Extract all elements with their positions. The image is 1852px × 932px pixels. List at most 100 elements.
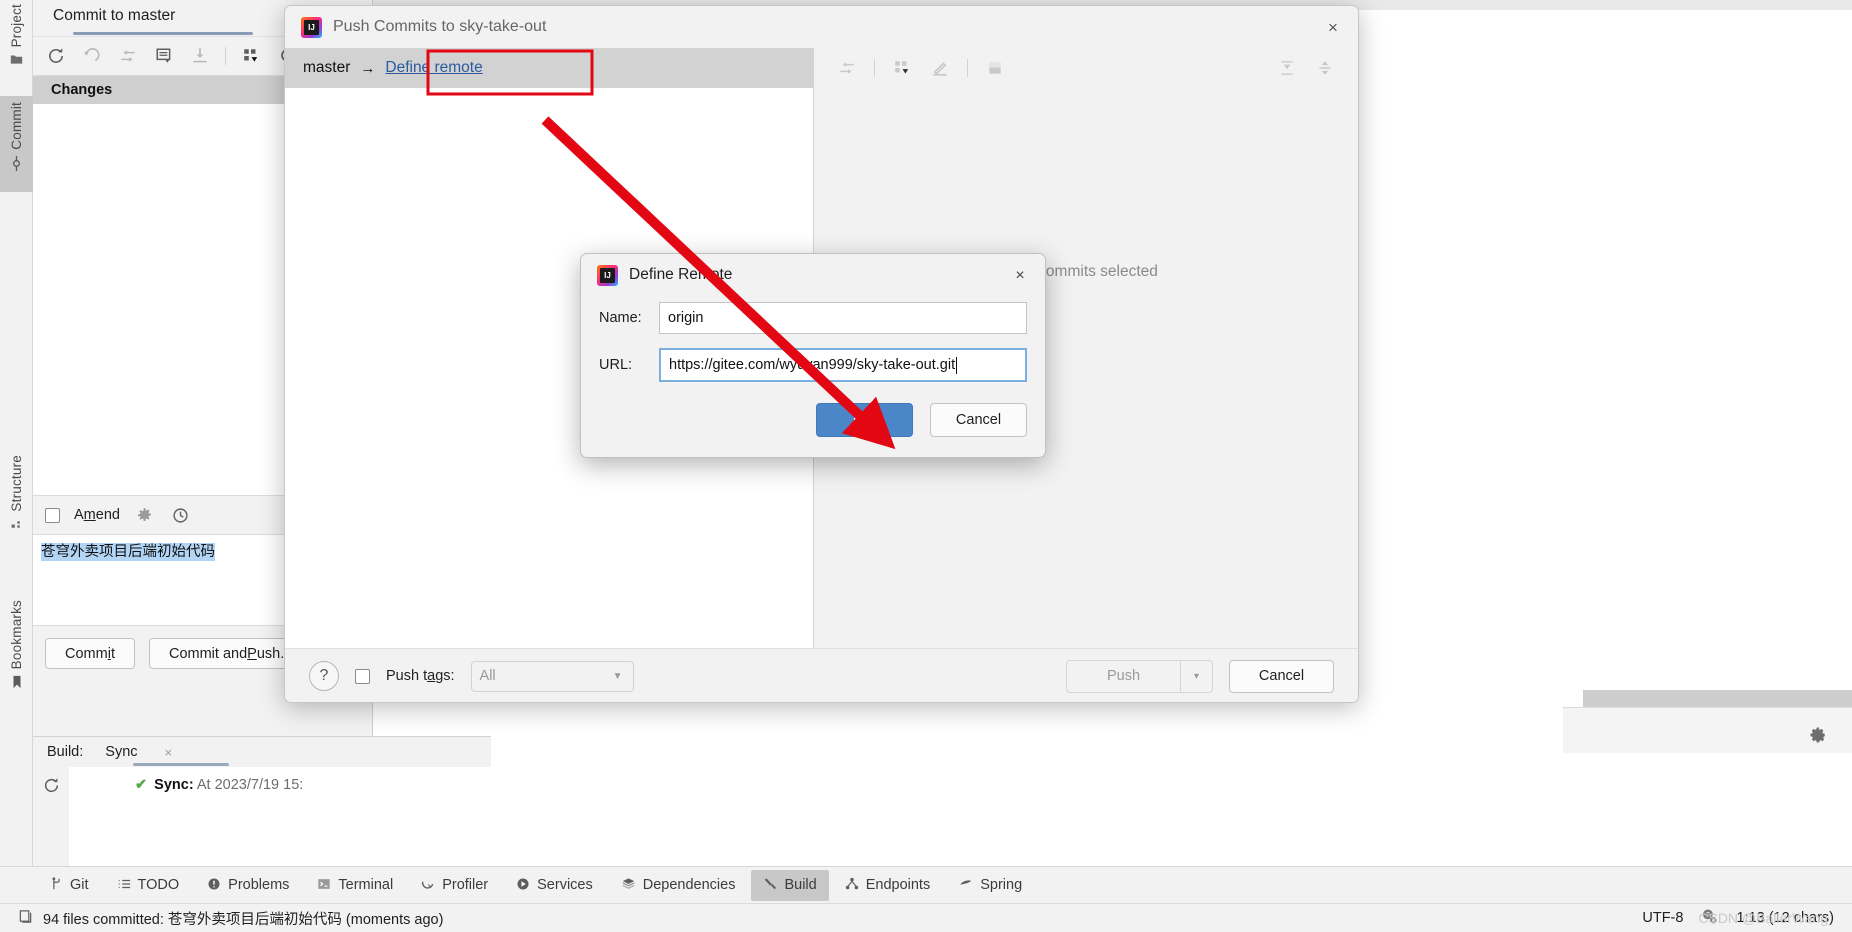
commit-icon (10, 155, 23, 173)
active-tab-underline (133, 763, 229, 766)
bottom-tab-label: Build (784, 877, 817, 893)
bottom-tab-problems[interactable]: Problems (195, 870, 301, 901)
editor-grey-band (1583, 690, 1852, 707)
git-branch-icon (50, 876, 63, 894)
bottom-tab-label: Git (70, 877, 89, 893)
bottom-tab-profiler[interactable]: Profiler (409, 870, 500, 901)
tab-sync[interactable]: Sync (105, 744, 137, 760)
define-remote-dialog: Define Remote × Name: origin URL: https:… (580, 253, 1046, 458)
profiler-icon (421, 877, 435, 894)
editor-preview-icon[interactable] (984, 57, 1006, 79)
push-dialog-titlebar: Push Commits to sky-take-out × (285, 6, 1358, 48)
define-remote-buttons: OK Cancel (581, 403, 1045, 437)
close-icon[interactable]: × (1322, 17, 1344, 39)
bottom-tab-label: Endpoints (865, 877, 931, 893)
group-by-icon[interactable] (240, 45, 262, 67)
close-icon[interactable]: × (165, 745, 173, 760)
group-by-icon[interactable] (891, 57, 913, 79)
rollback-icon (81, 45, 103, 67)
remote-name-row: Name: origin (581, 302, 1045, 334)
push-cancel-button[interactable]: Cancel (1229, 659, 1334, 693)
push-tags-value: All (479, 668, 496, 684)
sidebar-item-commit[interactable]: Commit (0, 96, 33, 192)
remote-url-row: URL: https://gitee.com/wyuyan999/sky-tak… (581, 348, 1045, 382)
remote-name-input[interactable]: origin (659, 302, 1027, 334)
sync-timestamp: At 2023/7/19 15: (196, 777, 304, 793)
build-label: Build: (47, 744, 84, 760)
collapse-all-icon[interactable] (1314, 57, 1336, 79)
gear-icon[interactable] (134, 504, 156, 526)
branch-row: master → Define remote (285, 48, 813, 88)
bottom-tab-todo[interactable]: TODO (105, 870, 192, 901)
active-tab-underline (73, 32, 253, 35)
editor-settings-strip (1563, 707, 1852, 753)
toolbar-separator (967, 59, 968, 77)
close-icon[interactable]: × (1009, 265, 1031, 287)
bottom-tool-tabs: Git TODO Problems Terminal Profiler Serv… (0, 866, 1852, 903)
services-icon (516, 877, 530, 894)
structure-icon (10, 518, 23, 533)
dependencies-icon (621, 877, 636, 894)
bookmark-icon (11, 675, 23, 691)
define-remote-titlebar: Define Remote × (581, 254, 1045, 296)
remote-url-value: https://gitee.com/wyuyan999/sky-take-out… (669, 357, 956, 373)
push-tags-select[interactable]: All ▼ (470, 660, 634, 692)
bottom-tab-label: Terminal (338, 877, 394, 893)
sidebar-item-structure[interactable]: Structure (0, 455, 33, 557)
sidebar-item-label: Structure (9, 455, 24, 512)
define-remote-link[interactable]: Define remote (385, 59, 482, 77)
cancel-button[interactable]: Cancel (930, 403, 1027, 437)
bottom-tab-terminal[interactable]: Terminal (305, 870, 405, 901)
bottom-tab-endpoints[interactable]: Endpoints (833, 870, 943, 901)
show-diff-icon[interactable] (836, 57, 858, 79)
gear-icon[interactable] (1809, 726, 1827, 749)
help-button[interactable]: ? (309, 661, 339, 691)
toolbar-separator (225, 47, 226, 65)
commit-button[interactable]: Comm i t (45, 638, 135, 669)
arrow-right-icon: → (360, 59, 376, 77)
commit-message-text: 苍穹外卖项目后端初始代码 (41, 543, 215, 561)
annotate-icon[interactable] (929, 57, 951, 79)
text-caret (956, 356, 958, 374)
amend-checkbox[interactable] (45, 507, 60, 523)
encoding-label[interactable]: UTF-8 (1642, 910, 1683, 926)
commit-message-icon[interactable] (153, 45, 175, 67)
status-bar: 94 files committed: 苍穹外卖项目后端初始代码 (moment… (0, 903, 1852, 932)
notification-icon[interactable] (18, 909, 33, 927)
push-dialog-footer: ? Push tags: All ▼ Push ▾ Cancel (285, 648, 1358, 702)
expand-all-icon[interactable] (1276, 57, 1298, 79)
refresh-icon[interactable] (43, 777, 60, 867)
bottom-tab-dependencies[interactable]: Dependencies (609, 870, 748, 901)
problems-icon (207, 877, 221, 894)
push-tags-checkbox[interactable] (355, 668, 370, 684)
push-button[interactable]: Push (1067, 661, 1180, 692)
ok-button[interactable]: OK (816, 403, 913, 437)
toolbar-separator (874, 59, 875, 77)
intellij-idea-icon (597, 264, 618, 286)
bottom-tab-services[interactable]: Services (504, 870, 605, 901)
bottom-tab-git[interactable]: Git (38, 870, 101, 901)
todo-list-icon (117, 877, 131, 894)
terminal-icon (317, 877, 331, 894)
amend-label: Amend (74, 507, 120, 523)
bottom-tab-label: Dependencies (642, 877, 736, 893)
bottom-tab-spring[interactable]: Spring (946, 870, 1034, 901)
status-bar-right: UTF-8 ? 1:13 (12 chars) CSDN @BallerWang (1642, 908, 1834, 928)
push-dialog-title: Push Commits to sky-take-out (333, 18, 547, 35)
tab-commit-to-master[interactable]: Commit to master (53, 7, 175, 25)
push-split-button[interactable]: Push ▾ (1066, 659, 1213, 693)
sidebar-item-bookmarks[interactable]: Bookmarks (0, 600, 33, 715)
history-icon[interactable] (170, 504, 192, 526)
spring-leaf-icon (958, 877, 973, 894)
bottom-tab-build[interactable]: Build (751, 869, 829, 901)
remote-url-input[interactable]: https://gitee.com/wyuyan999/sky-take-out… (659, 348, 1027, 382)
sidebar-item-label: Commit (9, 102, 24, 150)
status-bar-left: 94 files committed: 苍穹外卖项目后端初始代码 (moment… (18, 908, 443, 929)
details-toolbar (814, 48, 1358, 88)
build-tab-bar: Build: Sync × (33, 737, 491, 767)
bottom-tab-label: Profiler (442, 877, 489, 893)
chevron-down-icon[interactable]: ▾ (1180, 660, 1212, 692)
sidebar-item-project[interactable]: Project (0, 4, 33, 90)
refresh-icon[interactable] (45, 45, 67, 67)
sidebar-item-label: Bookmarks (9, 600, 24, 670)
